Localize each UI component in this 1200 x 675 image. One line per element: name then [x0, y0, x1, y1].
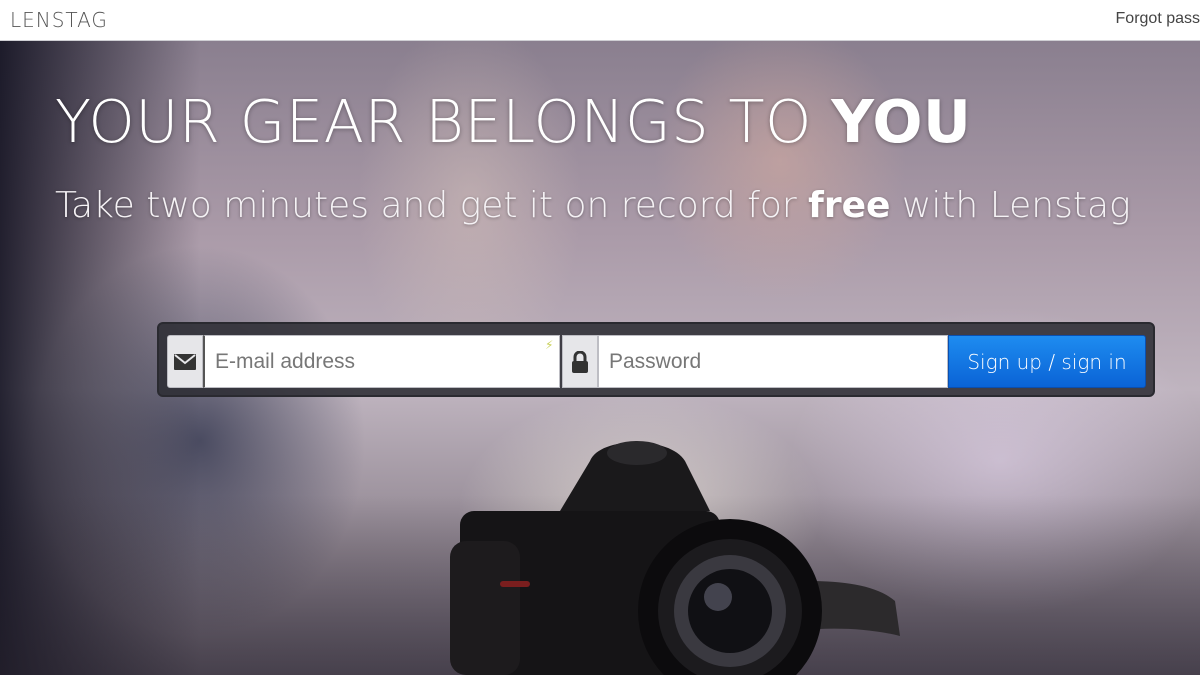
lenstag-logo[interactable]: LENSTAG — [10, 8, 108, 32]
hero-subheadline: Take two minutes and get it on record fo… — [55, 185, 1131, 226]
email-field[interactable] — [203, 335, 560, 388]
signup-form: ⚡ Sign up / sign in — [157, 322, 1155, 397]
hero-headline: YOUR GEAR BELONGS TO YOU — [55, 87, 972, 156]
forgot-password-link[interactable]: Forgot pass — [1116, 10, 1200, 28]
camera-photo — [450, 441, 900, 675]
hero-section: YOUR GEAR BELONGS TO YOU Take two minute… — [0, 41, 1200, 675]
top-navbar: LENSTAG Forgot pass — [0, 0, 1200, 41]
lock-icon — [562, 335, 598, 388]
password-field[interactable] — [598, 335, 948, 388]
field-spark-icon: ⚡ — [545, 338, 554, 352]
signup-signin-button[interactable]: Sign up / sign in — [948, 335, 1146, 388]
envelope-icon — [167, 335, 203, 388]
